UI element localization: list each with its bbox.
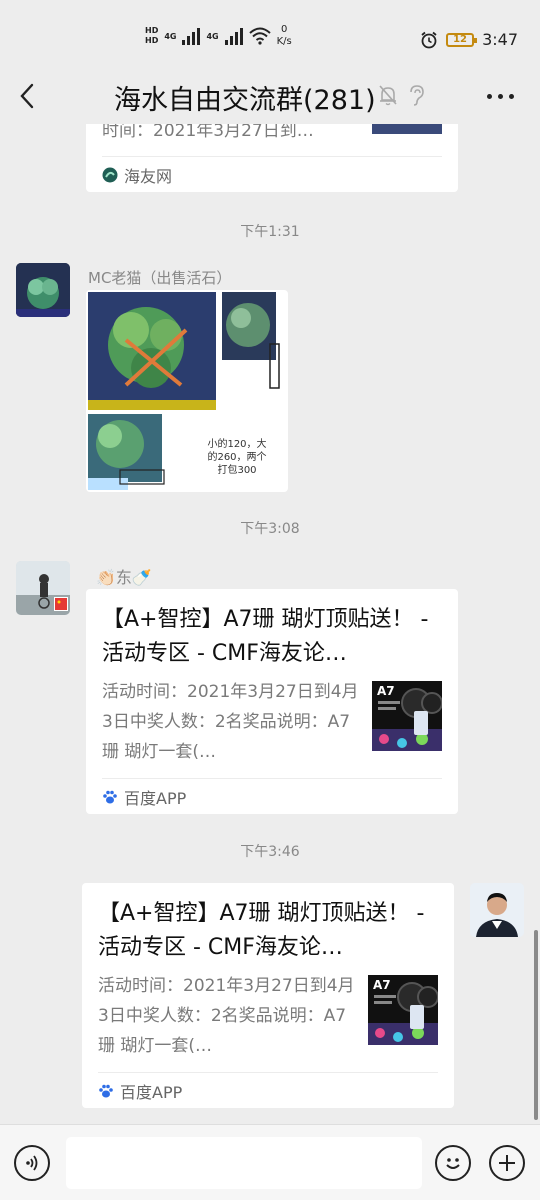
net-speed: 0 K/s — [276, 24, 292, 47]
avatar[interactable] — [16, 263, 70, 317]
network-type-1: 4G — [164, 31, 177, 41]
card-thumbnail — [372, 124, 442, 134]
card-desc: 时间：2021年3月27日到… — [102, 124, 314, 141]
card-desc: 活动时间：2021年3月27日到4月3日中奖人数：2名奖品说明：A7珊 瑚灯一套… — [102, 682, 359, 762]
chevron-left-icon[interactable] — [16, 80, 40, 112]
message-input[interactable] — [66, 1137, 422, 1189]
timestamp: 下午3:08 — [240, 521, 300, 537]
card-source: 海友网 — [102, 156, 442, 192]
voice-icon[interactable] — [14, 1145, 50, 1181]
image-caption: 小的120，大的260，两个打包300 — [207, 439, 267, 476]
coral-avatar-image — [16, 263, 70, 317]
more-icon[interactable] — [487, 94, 514, 99]
ear-icon — [410, 85, 424, 106]
network-type-2: 4G — [206, 31, 219, 41]
wifi-icon — [248, 27, 271, 45]
timestamp: 下午3:46 — [240, 844, 300, 860]
chat-area[interactable]: 时间：2021年3月27日到… 海友网 下午1:31 MC老猫（出售活石） 小的… — [0, 124, 540, 1124]
plus-icon[interactable] — [489, 1145, 525, 1181]
signal-icon — [182, 27, 201, 45]
signal-icon-2 — [224, 27, 243, 45]
link-card[interactable]: 【A+智控】A7珊 瑚灯顶贴送！ - 活动专区 - CMF海友论… 活动时间：2… — [82, 883, 454, 1108]
link-card[interactable]: 【A+智控】A7珊 瑚灯顶贴送！ - 活动专区 - CMF海友论… 活动时间：2… — [86, 589, 458, 814]
alarm-icon — [421, 31, 437, 48]
chat-title: 海水自由交流群(281) — [114, 85, 376, 116]
thumb-label: A7 — [377, 684, 395, 698]
timestamp: 下午1:31 — [240, 224, 300, 240]
status-bar: HD HD 4G 4G 0 K/s 12 3:47 — [0, 0, 540, 78]
hd-indicator: HD HD — [145, 26, 159, 45]
card-thumbnail: A7 — [368, 975, 438, 1045]
card-title: 【A+智控】A7珊 瑚灯顶贴送！ - 活动专区 - CMF海友论… — [98, 901, 425, 960]
sender-name: 👏🏻东🍼 — [96, 568, 152, 587]
battery-icon: 12 — [446, 32, 478, 47]
my-avatar[interactable] — [470, 883, 524, 937]
portrait-avatar-image — [470, 883, 524, 937]
card-source: 百度APP — [98, 1072, 438, 1108]
clock: 3:47 — [482, 30, 518, 49]
link-card-partial[interactable]: 时间：2021年3月27日到… 海友网 — [86, 124, 458, 192]
baidu-paw-icon — [103, 790, 117, 803]
avatar[interactable] — [16, 561, 70, 615]
card-source: 百度APP — [102, 778, 442, 814]
card-thumbnail: A7 — [372, 681, 442, 751]
card-title: 【A+智控】A7珊 瑚灯顶贴送！ - 活动专区 - CMF海友论… — [102, 607, 429, 666]
card-desc: 活动时间：2021年3月27日到4月3日中奖人数：2名奖品说明：A7珊 瑚灯一套… — [98, 976, 355, 1056]
input-bar — [0, 1124, 540, 1200]
emoji-icon[interactable] — [435, 1145, 471, 1181]
sender-name: MC老猫（出售活石） — [88, 269, 232, 287]
title-bar: 海水自由交流群(281) — [0, 68, 540, 124]
baidu-paw-icon — [99, 1084, 113, 1097]
scrollbar[interactable] — [534, 930, 538, 1120]
thumb-label: A7 — [373, 978, 391, 992]
person-avatar-image — [16, 561, 70, 615]
site-logo-icon — [102, 167, 118, 182]
bell-off-icon — [379, 85, 397, 106]
image-message[interactable]: 小的120，大的260，两个打包300 — [86, 290, 288, 492]
